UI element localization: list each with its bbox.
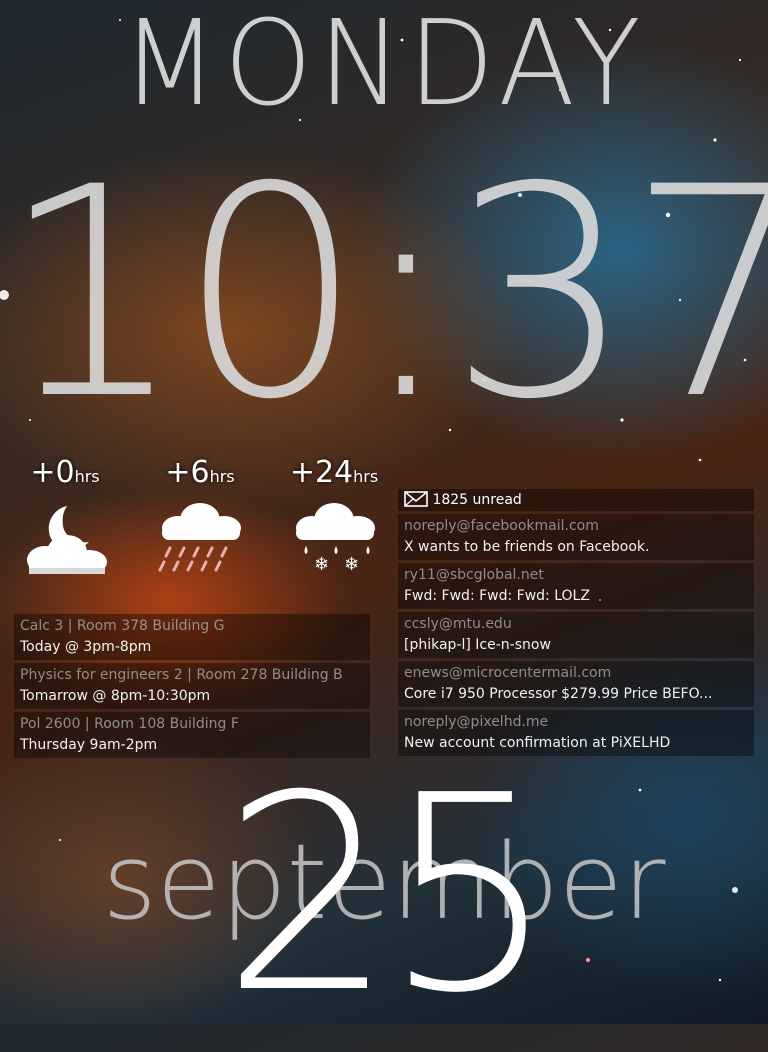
- snow-cloud-icon: ❄ ❄: [296, 503, 375, 575]
- mail-item[interactable]: enews@microcentermail.com Core i7 950 Pr…: [398, 661, 754, 707]
- svg-text:❄: ❄: [314, 554, 329, 575]
- weather-offset-label: +6hrs: [165, 455, 235, 490]
- mail-subject: [phikap-l] Ice-n-snow: [404, 637, 551, 653]
- event-time: Tomarrow @ 8pm-10:30pm: [20, 688, 211, 704]
- mail-unread-header[interactable]: 1825 unread: [398, 489, 754, 511]
- weather-forecast-24hrs: +24hrs ❄ ❄: [274, 456, 394, 580]
- envelope-icon: [404, 491, 428, 507]
- day-of-week: MONDAY: [121, 0, 647, 133]
- mail-subject: X wants to be friends on Facebook.: [404, 539, 650, 555]
- mail-sender: ccsly@mtu.edu: [404, 616, 512, 632]
- mail-item[interactable]: ry11@sbcglobal.net Fwd: Fwd: Fwd: Fwd: L…: [398, 563, 754, 609]
- svg-text:❄: ❄: [344, 554, 359, 575]
- weather-offset-label: +24hrs: [289, 455, 379, 490]
- unread-count: 1825 unread: [432, 492, 522, 508]
- mail-panel: 1825 unread noreply@facebookmail.com X w…: [398, 489, 754, 759]
- day-of-month: 25: [222, 737, 556, 1052]
- event-title: Pol 2600 | Room 108 Building F: [20, 716, 239, 732]
- weather-offset-label: +0hrs: [30, 455, 100, 490]
- mail-item[interactable]: ccsly@mtu.edu [phikap-l] Ice-n-snow: [398, 612, 754, 658]
- event-time: Today @ 3pm-8pm: [20, 639, 152, 655]
- mail-subject: Core i7 950 Processor $279.99 Price BEFO…: [404, 686, 713, 702]
- calendar-event[interactable]: Physics for engineers 2 | Room 278 Build…: [14, 663, 370, 709]
- mail-item[interactable]: noreply@facebookmail.com X wants to be f…: [398, 514, 754, 560]
- mail-sender: noreply@facebookmail.com: [404, 518, 599, 534]
- event-title: Calc 3 | Room 378 Building G: [20, 618, 225, 634]
- mail-sender: ry11@sbcglobal.net: [404, 567, 544, 583]
- mail-sender: noreply@pixelhd.me: [404, 714, 549, 730]
- calendar-event[interactable]: Calc 3 | Room 378 Building G Today @ 3pm…: [14, 614, 370, 660]
- mail-sender: enews@microcentermail.com: [404, 665, 612, 681]
- weather-forecast-now: +0hrs: [5, 456, 125, 580]
- rain-cloud-icon: [158, 503, 241, 572]
- clock-time: 10:37: [0, 126, 768, 463]
- moon-cloud-icon: [27, 506, 107, 574]
- mail-subject: Fwd: Fwd: Fwd: Fwd: LOLZ: [404, 588, 590, 604]
- event-title: Physics for engineers 2 | Room 278 Build…: [20, 667, 343, 683]
- weather-forecast-6hrs: +6hrs: [140, 456, 260, 580]
